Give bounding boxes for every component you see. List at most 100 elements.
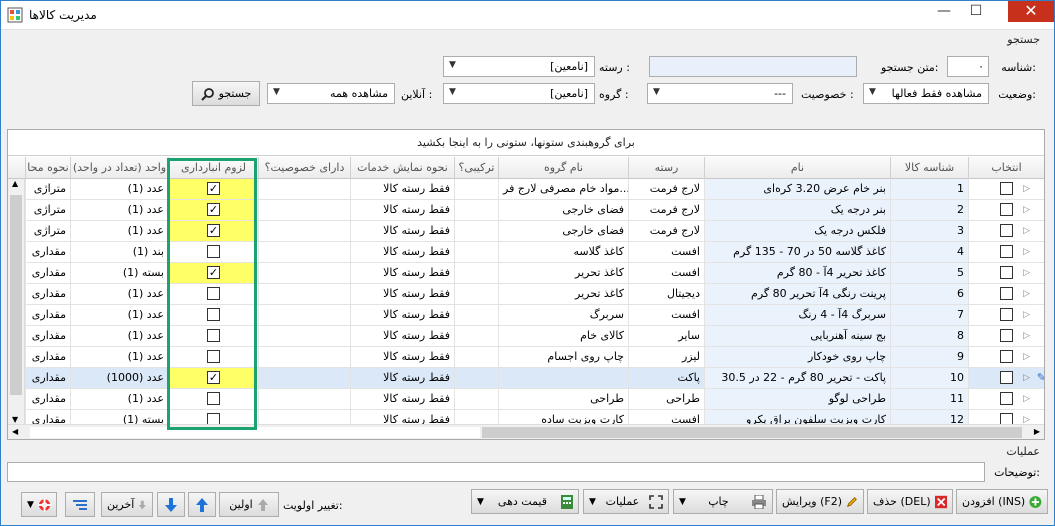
header-name[interactable]: نام (704, 157, 890, 179)
category-select[interactable]: ▼ [نامعین] (443, 56, 595, 77)
table-row[interactable]: ▷ 1 بنر خام عرض 3.20 کره‌ای لارج فرمت مواد خ… (8, 179, 1044, 200)
table-row[interactable]: ▷ 4 کاغذ گلاسه 50 در 70 - 135 گرم افست کاغذ … (8, 242, 1044, 263)
inventory-checkbox[interactable] (207, 349, 220, 363)
cell-category: پاکت (628, 368, 704, 388)
row-select-cell: ▷ (968, 221, 1044, 241)
list-view-button[interactable] (65, 492, 95, 517)
search-button[interactable]: جستجو (192, 81, 260, 106)
row-indicator-icon: ▷ (1023, 289, 1030, 299)
row-select-checkbox[interactable] (1000, 307, 1013, 321)
status-select[interactable]: ▼ مشاهده فقط فعالها (863, 83, 989, 104)
header-code[interactable]: شناسه کالا (890, 157, 968, 179)
vertical-scrollbar[interactable]: ▲ ▼ (8, 179, 25, 424)
minimize-button[interactable]: — (929, 1, 959, 22)
inventory-checkbox[interactable] (207, 328, 220, 342)
row-select-cell: ▷ (968, 305, 1044, 325)
online-select[interactable]: ▼ مشاهده همه (267, 83, 395, 104)
edit-button[interactable]: ویرایش (F2) (776, 489, 864, 514)
header-composite[interactable]: ترکیبی؟ (454, 157, 498, 179)
operations-button[interactable]: ▼ عملیات (583, 489, 669, 514)
header-calc[interactable]: نحوه محا (25, 157, 70, 179)
table-row[interactable]: ▷ 6 پرینت رنگی 4آ تحریر 80 گرم دیجیتال کاغذ … (8, 284, 1044, 305)
horizontal-scrollbar[interactable]: ◀ ▶ (8, 424, 1044, 439)
inventory-checkbox[interactable]: ✓ (207, 265, 220, 279)
notes-label: توضیحات: (994, 466, 1040, 479)
table-row[interactable]: ▷ 2 بنر درجه یک لارج فرمت فضای خارجی فقط رسته… (8, 200, 1044, 221)
cell-composite (454, 326, 498, 346)
inventory-checkbox[interactable]: ✓ (207, 223, 220, 237)
maximize-button[interactable]: ☐ (961, 1, 991, 22)
print-button[interactable]: ▼ چاپ (673, 489, 773, 514)
feature-select[interactable]: ▼ --- (647, 83, 793, 104)
cell-calc: مقداری (25, 305, 70, 325)
search-text-input[interactable] (649, 56, 857, 77)
inventory-checkbox[interactable] (207, 307, 220, 321)
lifebuoy-icon (37, 497, 51, 512)
move-down-button[interactable] (157, 492, 185, 517)
inventory-cell (168, 389, 258, 409)
close-button[interactable]: ✕ (1008, 1, 1054, 22)
id-input[interactable]: ٠ (947, 56, 989, 77)
move-up-button[interactable] (188, 492, 216, 517)
cell-service: فقط رسته کالا (350, 389, 454, 409)
add-button[interactable]: افزودن (INS) (956, 489, 1048, 514)
notes-input[interactable] (7, 462, 985, 482)
cell-calc: متراژی (25, 200, 70, 220)
delete-button[interactable]: حذف (DEL) (867, 489, 953, 514)
table-row[interactable]: ▷ 8 بج سینه آهنربایی سایر کالای خام فقط رسته … (8, 326, 1044, 347)
cell-unit: عدد (1000) (70, 368, 168, 388)
cell-group: کاغذ تحریر (498, 263, 628, 283)
header-has-feature[interactable]: دارای خصوصیت؟ (258, 157, 350, 179)
row-indicator-icon: ▷ (1023, 226, 1030, 236)
row-indicator-icon: ▷ (1023, 205, 1030, 215)
row-select-checkbox[interactable] (1000, 349, 1013, 363)
header-unit[interactable]: واحد (تعداد در واحد) (70, 157, 168, 179)
header-needs-inventory[interactable]: لزوم انبارداری (168, 157, 258, 179)
table-row[interactable]: ▷ 11 طراحی لوگو طراحی طراحی فقط رسته کالا عدد … (8, 389, 1044, 410)
cell-service: فقط رسته کالا (350, 242, 454, 262)
chevron-down-icon: ▼ (27, 499, 34, 510)
inventory-checkbox[interactable] (207, 391, 220, 405)
app-icon (7, 7, 23, 23)
table-row[interactable]: ▷ 9 چاپ روی خودکار لیزر چاپ روی اجسام فقط رست… (8, 347, 1044, 368)
row-select-checkbox[interactable] (1000, 244, 1013, 258)
header-group[interactable]: نام گروه (498, 157, 628, 179)
cell-name: بنر خام عرض 3.20 کره‌ای (704, 179, 890, 199)
cell-has_feature (258, 305, 350, 325)
scroll-left-icon: ◀ (12, 427, 19, 436)
inventory-checkbox[interactable]: ✓ (207, 202, 220, 216)
inventory-checkbox[interactable]: ✓ (207, 181, 220, 195)
cell-has_feature (258, 242, 350, 262)
inventory-checkbox[interactable]: ✓ (207, 370, 220, 384)
row-select-checkbox[interactable] (1000, 202, 1013, 216)
pricing-button[interactable]: ▼ قیمت دهی (471, 489, 579, 514)
search-text-label: متن جستجو: (881, 61, 939, 74)
last-button[interactable]: آخرین (101, 492, 153, 517)
row-select-checkbox[interactable] (1000, 223, 1013, 237)
row-select-checkbox[interactable] (1000, 391, 1013, 405)
inventory-checkbox[interactable] (207, 244, 220, 258)
row-select-cell: ▷ (968, 347, 1044, 367)
table-row[interactable]: ▷ 7 سربرگ 4آ - 4 رنگ افست سربرگ فقط رسته کالا… (8, 305, 1044, 326)
header-category[interactable]: رسته (628, 157, 704, 179)
header-select[interactable]: انتخاب (968, 157, 1044, 179)
inventory-checkbox[interactable] (207, 286, 220, 300)
group-select[interactable]: ▼ [نامعین] (443, 83, 595, 104)
row-select-checkbox[interactable] (1000, 181, 1013, 195)
cell-unit: عدد (1) (70, 347, 168, 367)
table-row[interactable]: ▷ 5 کاغذ تحریر 4آ - 80 گرم افست کاغذ تحریر فق… (8, 263, 1044, 284)
scroll-thumb[interactable] (10, 195, 22, 395)
row-select-checkbox[interactable] (1000, 328, 1013, 342)
row-indicator-icon: ▷ (1023, 373, 1030, 383)
help-button[interactable]: ▼ (21, 492, 57, 517)
cell-unit: عدد (1) (70, 179, 168, 199)
group-by-area[interactable]: برای گروهبندی ستونها، ستونی را به اینجا … (8, 130, 1044, 156)
row-select-checkbox[interactable] (1000, 286, 1013, 300)
row-select-checkbox[interactable] (1000, 370, 1013, 384)
table-row[interactable]: ▷✎10پاکت - تحریر 80 گرم - 22 در 30.5پاکت… (8, 368, 1044, 389)
row-select-checkbox[interactable] (1000, 265, 1013, 279)
hscroll-thumb[interactable] (482, 427, 1022, 438)
header-service[interactable]: نحوه نمایش خدمات (350, 157, 454, 179)
table-row[interactable]: ▷ 3 فلکس درجه یک لارج فرمت فضای خارجی فقط رست… (8, 221, 1044, 242)
first-button[interactable]: اولین (219, 492, 279, 517)
